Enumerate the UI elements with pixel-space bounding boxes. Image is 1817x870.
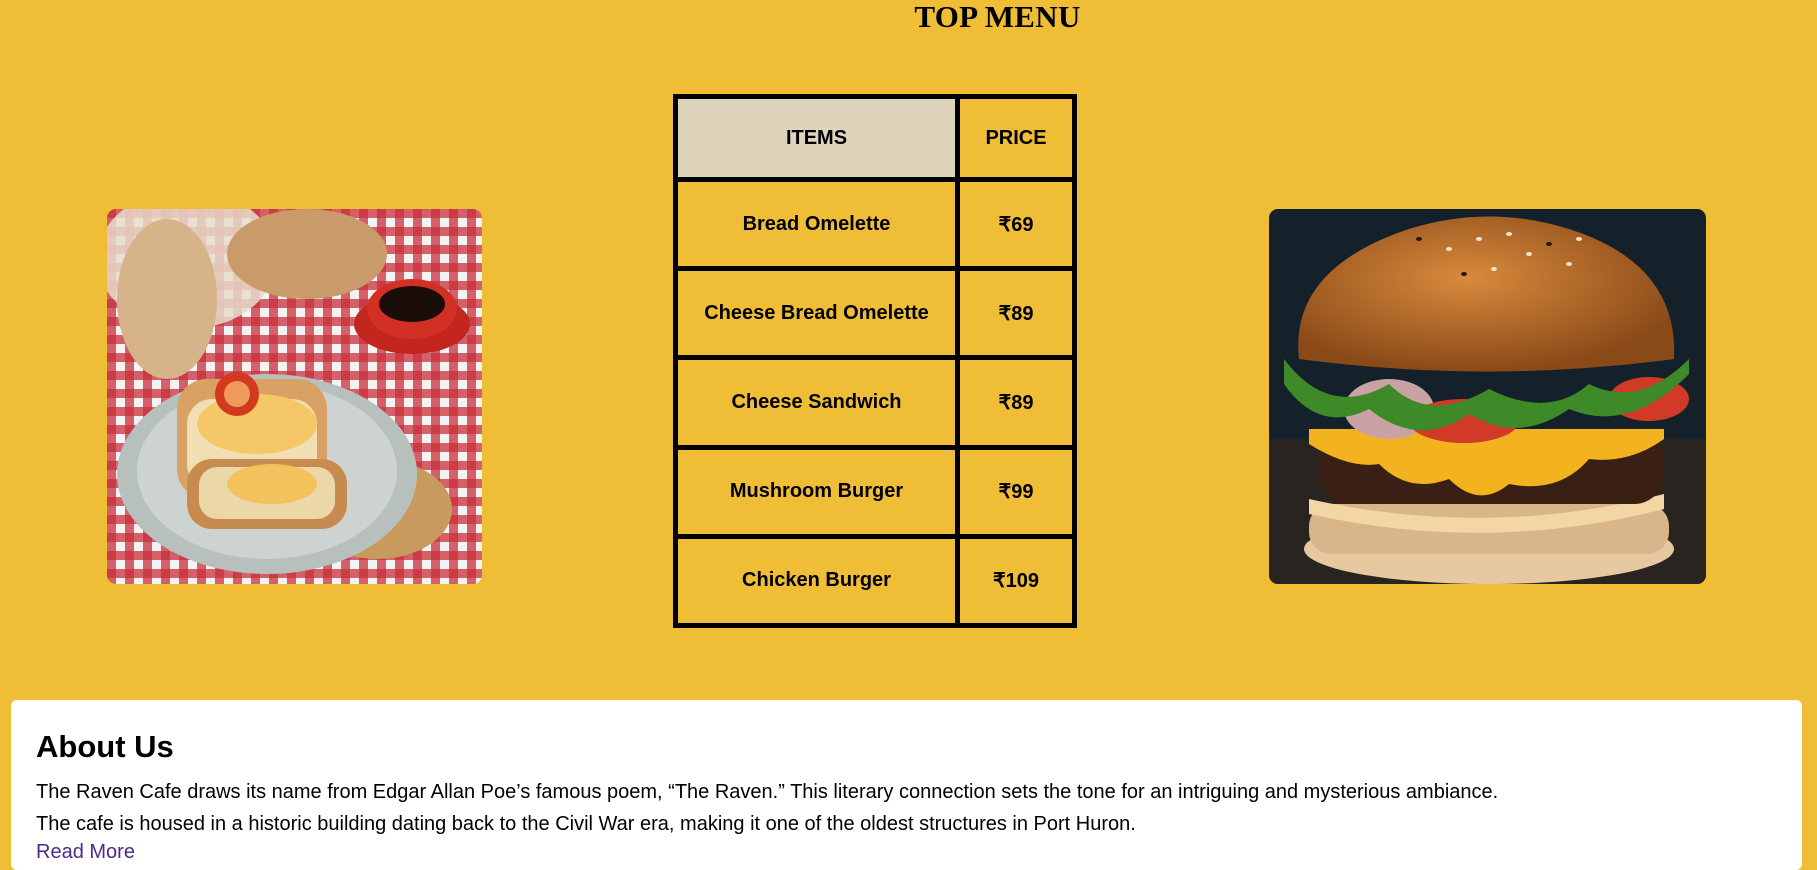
page-title: TOP MENU <box>914 0 1081 34</box>
menu-item-price: ₹109 <box>955 533 1077 629</box>
menu-row: Mushroom Burger ₹99 <box>673 444 1077 539</box>
menu-item-price: ₹89 <box>955 266 1077 361</box>
bread-omelette-photo <box>107 209 482 584</box>
menu-item-name: Chicken Burger <box>673 533 960 629</box>
menu-item-name: Mushroom Burger <box>673 444 960 539</box>
menu-row: Chicken Burger ₹109 <box>673 533 1077 629</box>
items-column-header: ITEMS <box>673 94 960 182</box>
about-us-heading: About Us <box>36 729 174 764</box>
about-us-paragraph-2: The cafe is housed in a historic buildin… <box>36 813 1136 835</box>
menu-item-name: Bread Omelette <box>673 176 960 272</box>
burger-photo <box>1269 209 1706 584</box>
read-more-link[interactable]: Read More <box>36 840 135 864</box>
menu-header-row: ITEMS PRICE <box>673 94 1077 182</box>
menu-item-name: Cheese Bread Omelette <box>673 266 960 361</box>
menu-item-name: Cheese Sandwich <box>673 355 960 450</box>
menu-item-price: ₹69 <box>955 176 1077 272</box>
menu-row: Cheese Sandwich ₹89 <box>673 355 1077 450</box>
menu-row: Bread Omelette ₹69 <box>673 176 1077 272</box>
menu-item-price: ₹89 <box>955 355 1077 450</box>
about-us-paragraph-1: The Raven Cafe draws its name from Edgar… <box>36 781 1499 803</box>
menu-row: Cheese Bread Omelette ₹89 <box>673 266 1077 361</box>
price-column-header: PRICE <box>955 94 1077 182</box>
menu-table: ITEMS PRICE Bread Omelette ₹69 Cheese Br… <box>673 94 1077 629</box>
about-us-section: About Us The Raven Cafe draws its name f… <box>11 700 1802 870</box>
menu-item-price: ₹99 <box>955 444 1077 539</box>
